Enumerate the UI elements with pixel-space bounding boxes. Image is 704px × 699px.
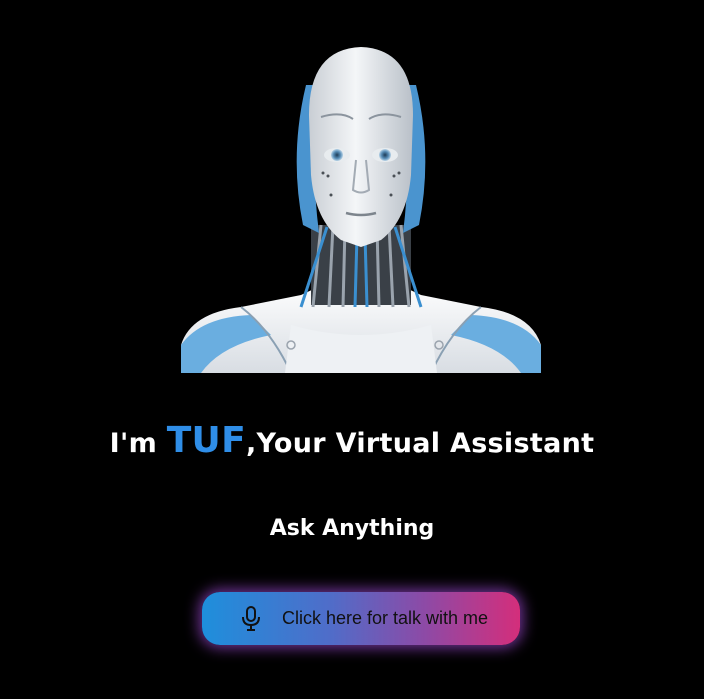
talk-button-label: Click here for talk with me: [282, 608, 489, 628]
greeting-suffix: ,Your Virtual Assistant: [245, 428, 595, 459]
robot-image: [181, 45, 541, 373]
talk-button[interactable]: Click here for talk with me: [202, 592, 520, 645]
microphone-icon: [242, 606, 260, 631]
assistant-page: I'm TUF,Your Virtual Assistant Ask Anyth…: [0, 0, 704, 699]
ask-anything-text: Ask Anything: [269, 516, 435, 541]
greeting-prefix: I'm: [109, 428, 167, 459]
assistant-name: TUF: [166, 420, 246, 461]
greeting-heading: I'm TUF,Your Virtual Assistant: [0, 420, 704, 461]
